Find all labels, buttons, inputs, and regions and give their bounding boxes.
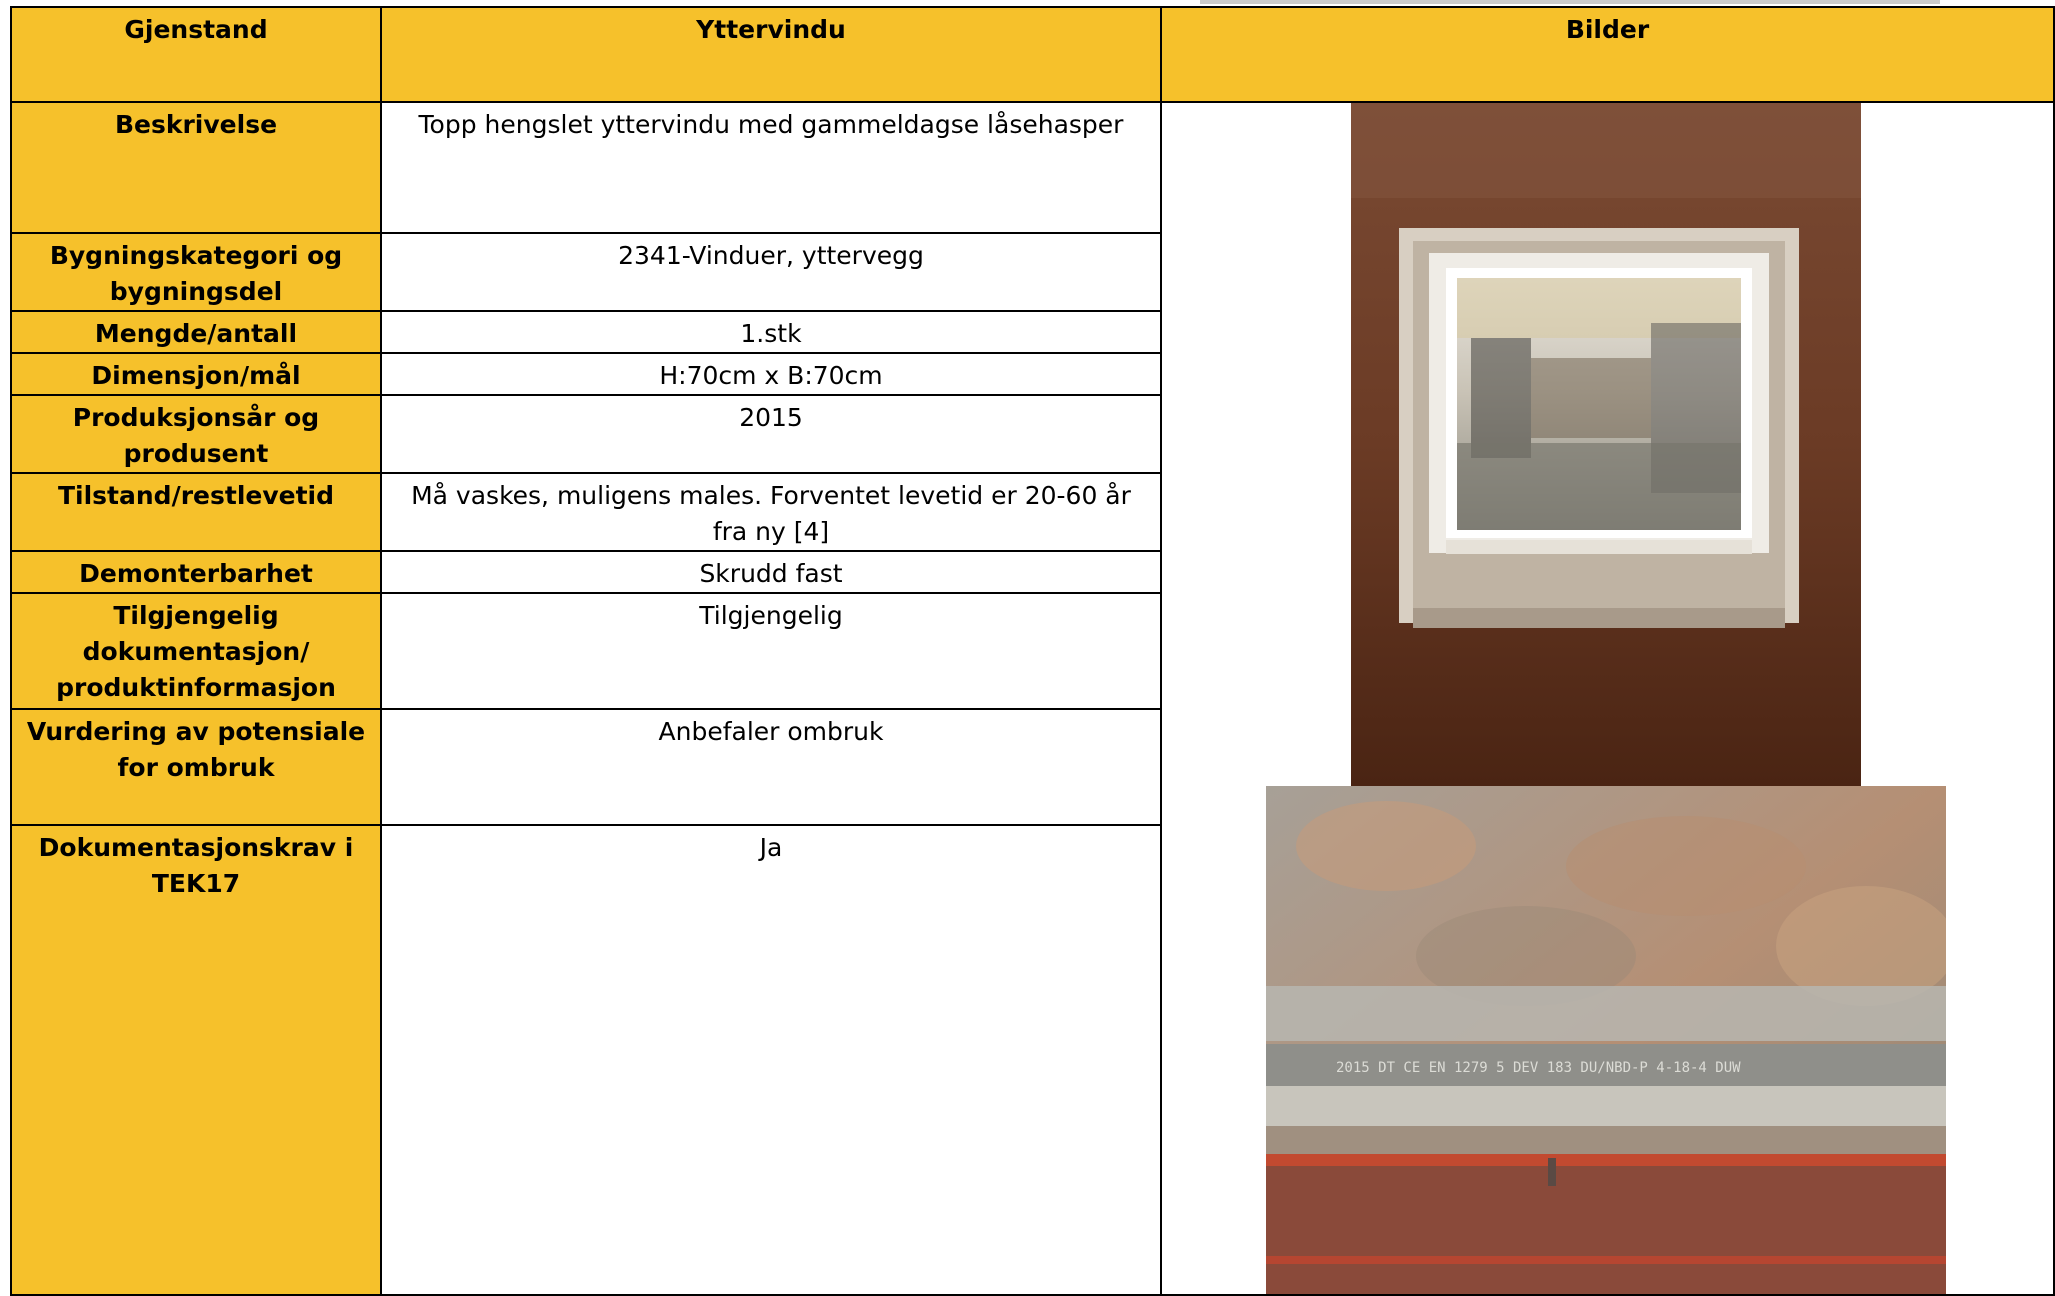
value-bygningskategori: 2341-Vinduer, yttervegg xyxy=(380,232,1162,312)
value-beskrivelse: Topp hengslet yttervindu med gammeldagse… xyxy=(380,101,1162,234)
label-tilstand: Tilstand/restlevetid xyxy=(10,472,382,552)
value-vurdering: Anbefaler ombruk xyxy=(380,708,1162,826)
header-row: Gjenstand Yttervindu Bilder xyxy=(10,6,2055,103)
label-bygningskategori: Bygningskategori og bygningsdel xyxy=(10,232,382,312)
page-top-rule xyxy=(1200,0,1940,4)
row-beskrivelse: Beskrivelse Topp hengslet yttervindu med… xyxy=(10,101,2055,1296)
glass-marking-text: 2015 DT CE EN 1279 5 DEV 183 DU/NBD-P 4-… xyxy=(1336,1060,1741,1076)
photos-cell: 2015 DT CE EN 1279 5 DEV 183 DU/NBD-P 4-… xyxy=(1160,101,2055,1296)
window-photo xyxy=(1351,104,1861,786)
header-gjenstand: Gjenstand xyxy=(10,6,382,103)
label-produksjon: Produksjonsår og produsent xyxy=(10,394,382,474)
label-demonterbarhet: Demonterbarhet xyxy=(10,550,382,594)
value-dokumentasjon: Tilgjengelig xyxy=(380,592,1162,710)
header-yttervindu: Yttervindu xyxy=(380,6,1162,103)
photos-container: 2015 DT CE EN 1279 5 DEV 183 DU/NBD-P 4-… xyxy=(1163,104,2052,1293)
label-dokumentasjon: Tilgjengelig dokumentasjon/ produktinfor… xyxy=(10,592,382,710)
header-bilder: Bilder xyxy=(1160,6,2055,103)
value-produksjon: 2015 xyxy=(380,394,1162,474)
value-tilstand: Må vaskes, muligens males. Forventet lev… xyxy=(380,472,1162,552)
label-vurdering: Vurdering av potensiale for ombruk xyxy=(10,708,382,826)
label-beskrivelse: Beskrivelse xyxy=(10,101,382,234)
label-mengde: Mengde/antall xyxy=(10,310,382,354)
value-mengde: 1.stk xyxy=(380,310,1162,354)
value-tek17: Ja xyxy=(380,824,1162,1296)
value-demonterbarhet: Skrudd fast xyxy=(380,550,1162,594)
item-registration-table: Gjenstand Yttervindu Bilder Beskrivelse … xyxy=(10,6,2055,1296)
label-tek17: Dokumentasjonskrav i TEK17 xyxy=(10,824,382,1296)
label-dimensjon: Dimensjon/mål xyxy=(10,352,382,396)
glass-marking-photo: 2015 DT CE EN 1279 5 DEV 183 DU/NBD-P 4-… xyxy=(1266,786,1946,1293)
document-sheet: Gjenstand Yttervindu Bilder Beskrivelse … xyxy=(10,6,2055,1296)
value-dimensjon: H:70cm x B:70cm xyxy=(380,352,1162,396)
